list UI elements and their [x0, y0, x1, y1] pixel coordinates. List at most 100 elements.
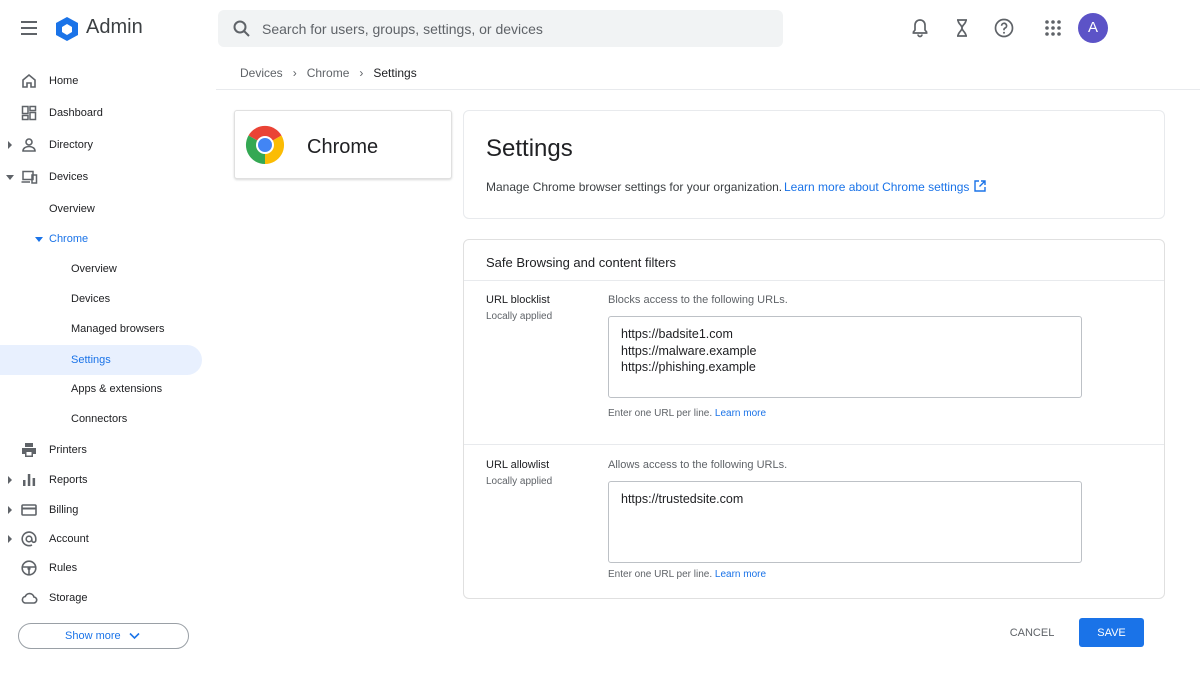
apps-grid-icon[interactable]	[1041, 16, 1065, 40]
blocklist-learn-more-link[interactable]: Learn more	[715, 408, 766, 419]
sidebar-item-dashboard[interactable]: Dashboard	[0, 99, 216, 127]
sidebar-item-devices[interactable]: Devices	[0, 163, 216, 191]
collapse-arrow-icon[interactable]	[6, 172, 14, 182]
external-link-icon[interactable]	[973, 179, 987, 193]
sidebar-item-reports[interactable]: Reports	[0, 466, 216, 494]
url-blocklist-textarea[interactable]	[608, 316, 1082, 398]
search-input[interactable]	[262, 10, 762, 47]
sidebar-item-label: Account	[49, 533, 89, 545]
page-title: Settings	[486, 135, 573, 162]
notifications-icon[interactable]	[908, 16, 932, 40]
save-button[interactable]: SAVE	[1079, 618, 1144, 647]
sidebar-item-label: Managed browsers	[71, 323, 165, 335]
chrome-card: Chrome	[234, 110, 452, 179]
app-title: Admin	[86, 16, 143, 38]
show-more-button[interactable]: Show more	[18, 623, 189, 649]
url-allowlist-textarea[interactable]	[608, 481, 1082, 563]
bar-chart-icon	[23, 474, 36, 486]
main-menu-icon[interactable]	[18, 16, 42, 40]
sidebar-item-label: Rules	[49, 562, 78, 574]
learn-more-chrome-settings-link[interactable]: Learn more about Chrome settings	[784, 180, 969, 194]
collapse-arrow-icon[interactable]	[35, 234, 43, 244]
cloud-icon	[21, 592, 38, 604]
sidebar-item-label: Overview	[71, 263, 117, 275]
sidebar-item-label: Devices	[49, 171, 89, 183]
breadcrumb-devices[interactable]: Devices	[240, 66, 283, 80]
sidebar-item-storage[interactable]: Storage	[0, 584, 216, 612]
settings-header-card: Settings Manage Chrome browser settings …	[463, 110, 1165, 219]
sidebar-item-label: Printers	[49, 444, 87, 456]
sidebar-item-connectors[interactable]: Connectors	[0, 405, 216, 433]
home-icon	[22, 73, 36, 88]
expand-arrow-icon[interactable]	[6, 534, 14, 544]
sidebar-item-label: Chrome	[49, 233, 89, 245]
chevron-down-icon	[129, 632, 140, 640]
chevron-right-icon: ›	[292, 66, 297, 80]
expand-arrow-icon[interactable]	[6, 475, 14, 485]
allowlist-learn-more-link[interactable]: Learn more	[715, 569, 766, 580]
sidebar-item-chrome[interactable]: Chrome	[0, 225, 216, 253]
sidebar-item-devices-overview[interactable]: Overview	[0, 195, 216, 223]
chevron-right-icon: ›	[359, 66, 364, 80]
header-divider	[216, 89, 1200, 90]
sidebar-item-label: Home	[49, 75, 79, 87]
credit-card-icon	[21, 504, 37, 516]
admin-logo-icon	[56, 17, 78, 41]
url-blocklist-hint: Enter one URL per line. Learn more	[608, 408, 766, 419]
section-title: Safe Browsing and content filters	[486, 255, 677, 270]
url-allowlist-status: Locally applied	[486, 476, 553, 487]
chrome-logo-icon	[245, 125, 285, 165]
breadcrumb-settings: Settings	[373, 66, 417, 80]
url-allowlist-description: Allows access to the following URLs.	[608, 459, 788, 471]
hourglass-icon[interactable]	[950, 16, 974, 40]
expand-arrow-icon[interactable]	[6, 505, 14, 515]
breadcrumb: Devices › Chrome › Settings	[240, 66, 417, 80]
sidebar-item-label: Storage	[49, 592, 88, 604]
sidebar: Home Dashboard Directory Devices Overvie…	[0, 56, 216, 675]
sidebar-item-label: Reports	[49, 474, 88, 486]
section-divider	[464, 280, 1164, 281]
sidebar-item-managed-browsers[interactable]: Managed browsers	[0, 315, 216, 343]
avatar[interactable]: A	[1078, 13, 1108, 43]
breadcrumb-chrome[interactable]: Chrome	[307, 66, 350, 80]
search-bar[interactable]	[218, 10, 783, 47]
safe-browsing-card: Safe Browsing and content filters URL bl…	[463, 239, 1165, 599]
url-allowlist-label: URL allowlist	[486, 459, 550, 471]
devices-icon	[21, 170, 38, 184]
help-icon[interactable]	[992, 16, 1016, 40]
sidebar-item-chrome-devices[interactable]: Devices	[0, 285, 216, 313]
sidebar-item-printers[interactable]: Printers	[0, 436, 216, 464]
sidebar-item-account[interactable]: Account	[0, 525, 216, 553]
sidebar-item-settings[interactable]: Settings	[0, 345, 202, 375]
sidebar-item-home[interactable]: Home	[0, 67, 216, 95]
url-blocklist-label: URL blocklist	[486, 294, 550, 306]
sidebar-item-rules[interactable]: Rules	[0, 554, 216, 582]
url-allowlist-hint: Enter one URL per line. Learn more	[608, 569, 766, 580]
url-blocklist-status: Locally applied	[486, 311, 553, 322]
show-more-label: Show more	[65, 630, 121, 642]
cancel-button[interactable]: CANCEL	[998, 620, 1066, 646]
sidebar-item-billing[interactable]: Billing	[0, 496, 216, 524]
sidebar-item-label: Billing	[49, 504, 79, 516]
person-icon	[22, 138, 36, 152]
hint-text: Enter one URL per line.	[608, 408, 713, 419]
sidebar-item-label: Directory	[49, 139, 94, 151]
steering-wheel-icon	[21, 560, 37, 576]
sidebar-item-label: Connectors	[71, 413, 128, 425]
hint-text: Enter one URL per line.	[608, 569, 713, 580]
sidebar-item-label: Dashboard	[49, 107, 103, 119]
sidebar-item-label: Overview	[49, 203, 95, 215]
row-divider	[464, 444, 1164, 445]
sidebar-item-apps-extensions[interactable]: Apps & extensions	[0, 375, 216, 403]
dashboard-icon	[21, 105, 37, 121]
sidebar-item-label: Apps & extensions	[71, 383, 163, 395]
search-icon	[233, 20, 250, 37]
chrome-card-title: Chrome	[307, 136, 379, 158]
printer-icon	[22, 443, 36, 457]
sidebar-item-label: Devices	[71, 293, 111, 305]
sidebar-item-directory[interactable]: Directory	[0, 131, 216, 159]
expand-arrow-icon[interactable]	[6, 140, 14, 150]
at-sign-icon	[21, 531, 37, 547]
sidebar-item-label: Settings	[71, 354, 111, 366]
sidebar-item-chrome-overview[interactable]: Overview	[0, 255, 216, 283]
